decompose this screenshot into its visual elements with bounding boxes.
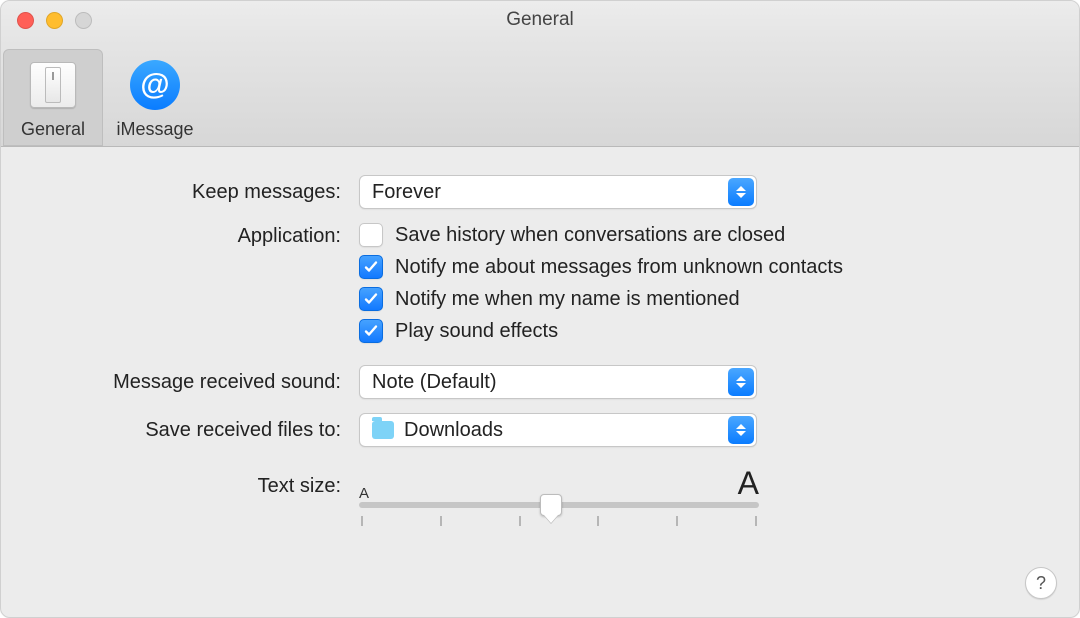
switch-icon [30,62,76,108]
slider-ticks [359,516,759,526]
text-size-label: Text size: [41,463,359,498]
save-files-value: Downloads [404,419,503,442]
play-sounds-label: Play sound effects [395,320,558,343]
tab-general-label: General [3,119,103,140]
keep-messages-label: Keep messages: [41,181,359,204]
minimize-window-button[interactable] [46,12,63,29]
chevron-up-down-icon [728,178,754,206]
at-icon: @ [130,60,180,110]
notify-mentioned-checkbox[interactable] [359,287,383,311]
application-label: Application: [41,223,359,248]
close-window-button[interactable] [17,12,34,29]
general-settings-panel: Keep messages: Forever Application: Save… [1,147,1079,566]
keep-messages-popup[interactable]: Forever [359,175,757,209]
text-size-min-glyph: A [359,485,369,502]
notify-unknown-checkbox[interactable] [359,255,383,279]
save-history-label: Save history when conversations are clos… [395,224,785,247]
message-sound-value: Note (Default) [372,371,497,394]
save-files-label: Save received files to: [41,419,359,442]
slider-track [359,502,759,508]
notify-unknown-label: Notify me about messages from unknown co… [395,256,843,279]
text-size-slider[interactable]: A A [359,463,759,526]
chevron-up-down-icon [728,368,754,396]
titlebar: General [1,1,1079,39]
preferences-toolbar: General @ iMessage [1,39,1079,147]
save-history-checkbox[interactable] [359,223,383,247]
chevron-up-down-icon [728,416,754,444]
tab-imessage-label: iMessage [105,119,205,140]
help-button[interactable]: ? [1025,567,1057,599]
folder-downloads-icon [372,421,394,439]
message-sound-label: Message received sound: [41,371,359,394]
play-sounds-checkbox[interactable] [359,319,383,343]
window-controls [17,12,92,29]
text-size-max-glyph: A [738,465,759,502]
tab-imessage[interactable]: @ iMessage [105,49,205,146]
tab-general[interactable]: General [3,49,103,146]
slider-thumb[interactable] [540,494,562,516]
message-sound-popup[interactable]: Note (Default) [359,365,757,399]
window-title: General [506,9,574,31]
zoom-window-button[interactable] [75,12,92,29]
keep-messages-value: Forever [372,181,441,204]
help-icon: ? [1036,573,1046,594]
save-files-popup[interactable]: Downloads [359,413,757,447]
preferences-window: General General @ iMessage Keep messages… [0,0,1080,618]
notify-mentioned-label: Notify me when my name is mentioned [395,288,740,311]
